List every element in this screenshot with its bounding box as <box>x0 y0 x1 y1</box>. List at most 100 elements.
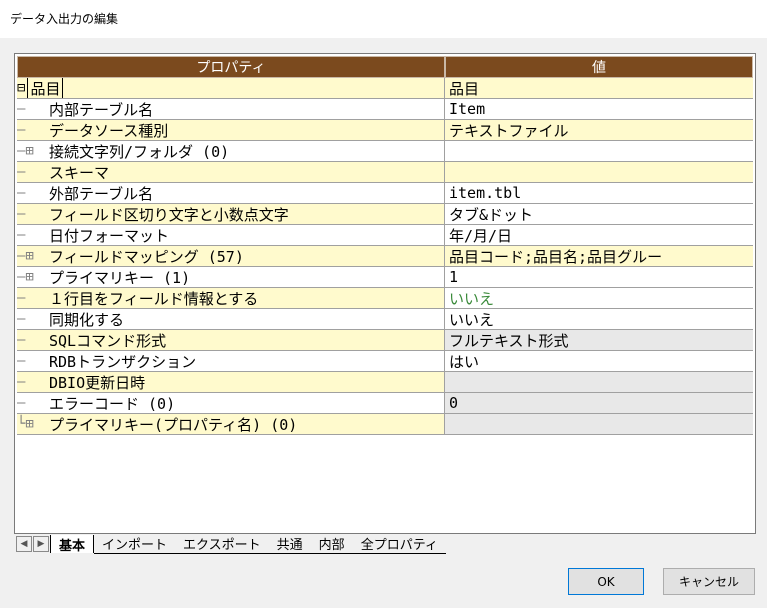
value-cell[interactable]: タブ&ドット <box>445 204 753 224</box>
value-cell[interactable] <box>445 141 753 161</box>
collapse-icon[interactable]: ⊟ <box>17 80 25 96</box>
property-label: １行目をフィールド情報とする <box>49 289 259 308</box>
property-cell[interactable]: ― SQLコマンド形式 <box>17 330 445 350</box>
grid-row[interactable]: ― 同期化する いいえ <box>17 309 753 330</box>
grid-row[interactable]: ― DBIO更新日時 <box>17 372 753 393</box>
value-cell[interactable]: 0 <box>445 393 753 413</box>
property-label: フィールド区切り文字と小数点文字 <box>49 205 289 224</box>
tree-line-icon: ― <box>17 185 26 201</box>
tab-2[interactable]: エクスポート <box>175 535 269 554</box>
tab-bar: ◀ ▶ 基本 インポート エクスポート 共通 内部 全プロパティ <box>16 534 756 554</box>
value-cell[interactable] <box>445 372 753 392</box>
grid-row[interactable]: ―⊞ 接続文字列/フォルダ (0) <box>17 141 753 162</box>
grid-row[interactable]: ⊟ 品目 品目 <box>17 78 753 99</box>
grid-row[interactable]: ― データソース種別 テキストファイル <box>17 120 753 141</box>
value-cell[interactable]: 1 <box>445 267 753 287</box>
property-cell[interactable]: ―⊞ フィールドマッピング (57) <box>17 246 445 266</box>
expand-icon[interactable]: ―⊞ <box>17 248 49 264</box>
property-label: 同期化する <box>49 310 125 329</box>
tree-line-icon: ― <box>17 122 26 138</box>
property-label: スキーマ <box>49 163 110 182</box>
tree-line-icon: ― <box>17 101 26 117</box>
tab-5[interactable]: 全プロパティ <box>352 535 446 554</box>
value-cell[interactable]: 年/月/日 <box>445 225 753 245</box>
grid-row[interactable]: ― SQLコマンド形式 フルテキスト形式 <box>17 330 753 351</box>
property-label: 接続文字列/フォルダ (0) <box>49 142 230 161</box>
grid-row[interactable]: ― スキーマ <box>17 162 753 183</box>
tab-scroll-left-icon[interactable]: ◀ <box>16 536 32 552</box>
grid-row[interactable]: └⊞ プライマリキー(プロパティ名) (0) <box>17 414 753 435</box>
value-cell[interactable]: 品目コード;品目名;品目グルー <box>445 246 753 266</box>
grid-row[interactable]: ― RDBトランザクション はい <box>17 351 753 372</box>
value-cell[interactable]: item.tbl <box>445 183 753 203</box>
property-label: 内部テーブル名 <box>49 100 154 119</box>
expand-icon[interactable]: └⊞ <box>17 416 49 432</box>
tab-0[interactable]: 基本 <box>50 535 95 554</box>
tree-line-icon: ― <box>17 395 26 411</box>
tree-line-icon: ― <box>17 311 26 327</box>
property-label: フィールドマッピング (57) <box>49 247 244 266</box>
property-label: エラーコード (0) <box>49 394 176 413</box>
property-cell[interactable]: ―⊞ プライマリキー (1) <box>17 267 445 287</box>
property-label: プライマリキー(プロパティ名) (0) <box>49 415 298 434</box>
value-cell[interactable]: はい <box>445 351 753 371</box>
tab-4[interactable]: 内部 <box>310 535 353 554</box>
value-cell[interactable]: いいえ <box>445 288 753 308</box>
value-cell[interactable] <box>445 414 753 434</box>
property-label: DBIO更新日時 <box>49 373 146 392</box>
expand-icon[interactable]: ―⊞ <box>17 269 49 285</box>
property-cell[interactable]: ― データソース種別 <box>17 120 445 140</box>
property-cell[interactable]: ― フィールド区切り文字と小数点文字 <box>17 204 445 224</box>
grid-row[interactable]: ―⊞ プライマリキー (1) 1 <box>17 267 753 288</box>
property-cell[interactable]: ― 外部テーブル名 <box>17 183 445 203</box>
grid-row[interactable]: ― 日付フォーマット 年/月/日 <box>17 225 753 246</box>
property-cell[interactable]: ― RDBトランザクション <box>17 351 445 371</box>
property-cell[interactable]: ― エラーコード (0) <box>17 393 445 413</box>
tab-scroll-right-icon[interactable]: ▶ <box>33 536 49 552</box>
property-cell[interactable]: ― スキーマ <box>17 162 445 182</box>
value-cell[interactable]: Item <box>445 99 753 119</box>
property-label: RDBトランザクション <box>49 352 197 371</box>
grid-row[interactable]: ― 内部テーブル名 Item <box>17 99 753 120</box>
cancel-button[interactable]: キャンセル <box>663 568 755 595</box>
property-label: プライマリキー (1) <box>49 268 191 287</box>
property-column-header[interactable]: プロパティ <box>17 56 445 78</box>
grid-rows: ⊟ 品目 品目 ― 内部テーブル名 Item ― データソース種別 テキストファイル ―⊞ 接続文字… <box>17 78 753 435</box>
property-label: 品目 <box>27 78 64 98</box>
ok-button[interactable]: OK <box>568 568 644 595</box>
property-cell[interactable]: ―⊞ 接続文字列/フォルダ (0) <box>17 141 445 161</box>
grid-row[interactable]: ― エラーコード (0) 0 <box>17 393 753 414</box>
value-cell[interactable]: いいえ <box>445 309 753 329</box>
property-label: データソース種別 <box>49 121 169 140</box>
property-cell[interactable]: └⊞ プライマリキー(プロパティ名) (0) <box>17 414 445 434</box>
window-title: データ入出力の編集 <box>10 12 119 26</box>
grid-row[interactable]: ― １行目をフィールド情報とする いいえ <box>17 288 753 309</box>
title-bar: データ入出力の編集 <box>0 0 767 38</box>
tree-line-icon: ― <box>17 164 26 180</box>
tree-line-icon: ― <box>17 206 26 222</box>
tab-1[interactable]: インポート <box>94 535 176 554</box>
value-cell[interactable]: 品目 <box>445 78 753 98</box>
property-label: SQLコマンド形式 <box>49 331 167 350</box>
property-cell[interactable]: ― 同期化する <box>17 309 445 329</box>
grid-header: プロパティ 値 <box>17 56 753 79</box>
tree-line-icon: ― <box>17 332 26 348</box>
value-cell[interactable] <box>445 162 753 182</box>
tree-line-icon: ― <box>17 374 26 390</box>
property-cell[interactable]: ― １行目をフィールド情報とする <box>17 288 445 308</box>
tree-line-icon: ― <box>17 353 26 369</box>
value-column-header[interactable]: 値 <box>445 56 753 78</box>
grid-row[interactable]: ― フィールド区切り文字と小数点文字 タブ&ドット <box>17 204 753 225</box>
property-cell[interactable]: ― 日付フォーマット <box>17 225 445 245</box>
property-cell[interactable]: ⊟ 品目 <box>17 78 445 98</box>
tab-3[interactable]: 共通 <box>268 535 311 554</box>
grid-row[interactable]: ―⊞ フィールドマッピング (57) 品目コード;品目名;品目グルー <box>17 246 753 267</box>
property-grid[interactable]: プロパティ 値 ⊟ 品目 品目 ― 内部テーブル名 Item ― データソース種別 テキストファ… <box>14 53 756 534</box>
expand-icon[interactable]: ―⊞ <box>17 143 49 159</box>
grid-row[interactable]: ― 外部テーブル名 item.tbl <box>17 183 753 204</box>
property-cell[interactable]: ― DBIO更新日時 <box>17 372 445 392</box>
property-label: 日付フォーマット <box>49 226 170 245</box>
value-cell[interactable]: フルテキスト形式 <box>445 330 753 350</box>
property-cell[interactable]: ― 内部テーブル名 <box>17 99 445 119</box>
value-cell[interactable]: テキストファイル <box>445 120 753 140</box>
